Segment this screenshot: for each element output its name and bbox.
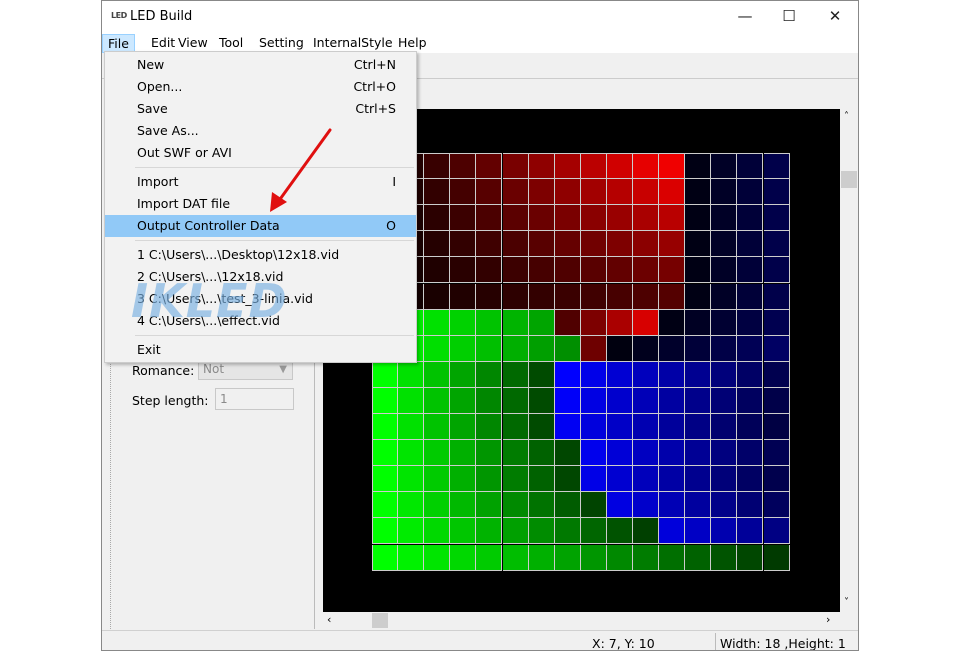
annotation-arrow (270, 128, 332, 212)
arrow-shaft (276, 128, 332, 204)
